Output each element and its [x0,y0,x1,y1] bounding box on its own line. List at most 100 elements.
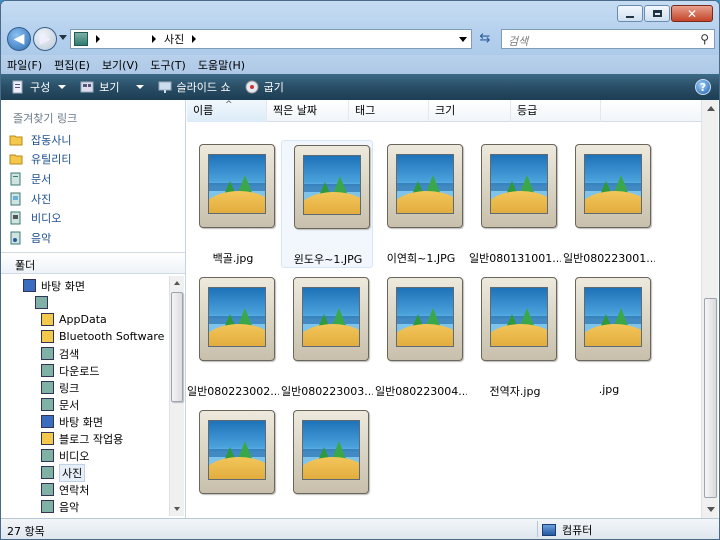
maximize-button[interactable] [644,5,670,22]
breadcrumb-arrow-icon[interactable] [152,35,156,43]
folders-header[interactable]: 폴더 ⌄ [1,252,185,274]
landscape-picture-icon [490,154,548,214]
folder-tree-scrollbar[interactable] [169,276,184,516]
folder-tree-item[interactable]: 바탕 화면 [41,413,103,430]
scroll-down-icon[interactable] [174,507,180,511]
folder-tree-item[interactable]: 바탕 화면 [23,277,85,294]
folder-tree-item[interactable]: 문서 [41,396,79,413]
close-icon: ✕ [686,6,698,21]
menu-tools[interactable]: 도구(T) [144,57,192,73]
landscape-picture-icon [302,287,360,347]
column-size[interactable]: 크기 [429,100,511,122]
file-item[interactable]: 일반080223004.... [375,273,467,401]
breadcrumb-pictures[interactable]: 사진 [164,31,184,47]
recent-pages-dropdown[interactable] [59,35,67,40]
folder-tree-item[interactable]: 연락처 [41,481,89,498]
file-item[interactable]: 일반080223001.... [563,140,655,268]
folder-icon [41,432,54,445]
favorite-link-label: 유틸리티 [31,153,72,167]
favorite-link-utilities[interactable]: 유틸리티 [9,150,179,170]
folder-tree-label: 블로그 작업용 [59,432,124,446]
file-item[interactable]: 태연.jpg [187,406,279,534]
folder-tree-item[interactable]: 사진 [41,463,86,482]
scroll-down-icon[interactable] [707,507,715,512]
slideshow-button[interactable]: 슬라이드 쇼 [158,79,231,95]
folder-tree-item[interactable]: 비디오 [41,447,89,464]
sand-shape [397,324,453,346]
address-bar[interactable]: 사진 [70,29,472,49]
back-button[interactable]: ◀ [7,27,31,51]
downloads-icon [41,364,54,377]
file-item[interactable]: 일반080223002.... [187,273,279,401]
scrollbar-thumb[interactable] [171,292,183,402]
folder-tree-item[interactable]: Bluetooth Software [41,328,164,345]
file-item[interactable]: 일반080223003.... [281,273,373,401]
favorite-links-list: 잡동사니 유틸리티 문서 사진 비디오 음악 [9,130,179,248]
menu-help[interactable]: 도움말(H) [192,57,251,73]
column-date-taken[interactable]: 찍은 날짜 [267,100,349,122]
menu-view[interactable]: 보기(V) [96,57,144,73]
organize-button[interactable]: 구성 [11,79,67,95]
favorite-link-misc[interactable]: 잡동사니 [9,130,179,150]
folder-tree-item[interactable]: AppData [41,311,107,328]
favorite-link-pictures[interactable]: 사진 [9,189,179,209]
file-item[interactable]: 전역자.jpg [469,273,561,401]
file-name: 일반080223004.... [375,385,467,398]
file-item[interactable]: 이연희~1.JPG [375,140,467,268]
file-name: 일반080223003.... [281,385,373,398]
desktop-icon [41,415,54,428]
folder-icon [9,135,23,146]
folder-tree-item[interactable]: 다운로드 [41,362,99,379]
sand-shape [209,324,265,346]
file-item[interactable]: 효군!.jpg [281,406,373,534]
address-dropdown-icon[interactable] [459,37,467,42]
documents-icon [10,172,21,186]
column-tags[interactable]: 태그 [349,100,429,122]
folder-tree-item[interactable]: 링크 [41,379,79,396]
burn-label: 굽기 [263,81,284,94]
favorite-link-documents[interactable]: 문서 [9,169,179,189]
sand-shape [491,324,547,346]
sand-shape [209,191,265,213]
folder-tree-item[interactable]: 블로그 작업용 [41,430,123,447]
folder-tree-item[interactable]: 검색 [41,345,79,362]
favorite-link-videos[interactable]: 비디오 [9,208,179,228]
folder-tree-item[interactable] [35,294,53,311]
folder-tree-label: 바탕 화면 [59,415,103,429]
file-item[interactable]: 윈도우~1.JPG [281,140,373,268]
file-item[interactable]: 백골.jpg [187,140,279,268]
scroll-up-icon[interactable] [174,281,180,285]
favorite-link-music[interactable]: 음악 [9,228,179,248]
menu-file[interactable]: 파일(F) [1,57,48,73]
column-label: 태그 [355,104,376,117]
file-name: 백골.jpg [212,252,254,265]
scroll-up-icon[interactable] [707,106,715,111]
scrollbar-thumb[interactable] [704,298,717,498]
folder-tree-label: 음악 [59,500,80,514]
search-icon[interactable]: ⚲ [700,32,709,46]
videos-icon [10,211,21,225]
file-view-scrollbar[interactable] [701,100,718,518]
burn-button[interactable]: 굽기 [245,79,284,95]
views-icon [80,81,94,93]
column-name[interactable]: 이름 ^ [187,100,267,122]
pictures-icon [10,192,21,206]
menu-edit[interactable]: 편집(E) [48,57,96,73]
file-item[interactable]: 일반080131001.... [469,140,561,268]
folder-tree-item[interactable]: 음악 [41,498,79,515]
column-label: 크기 [435,104,456,117]
forward-button[interactable]: ▶ [33,27,57,51]
slideshow-label: 슬라이드 쇼 [176,81,231,94]
search-input[interactable]: 검색 ⚲ [501,29,715,49]
views-button[interactable]: 보기 [80,79,144,95]
refresh-button[interactable]: ⇆ [475,29,495,49]
chevron-down-icon[interactable]: ⌄ [15,259,177,270]
minimize-button[interactable] [617,5,643,22]
column-rating[interactable]: 등급 [511,100,601,122]
column-label: 등급 [517,104,538,117]
close-button[interactable]: ✕ [671,5,713,22]
breadcrumb-arrow-icon[interactable] [96,35,100,43]
help-button[interactable]: ? [695,79,711,95]
file-item[interactable]: .jpg [563,273,655,401]
breadcrumb-arrow-icon[interactable] [192,35,197,43]
